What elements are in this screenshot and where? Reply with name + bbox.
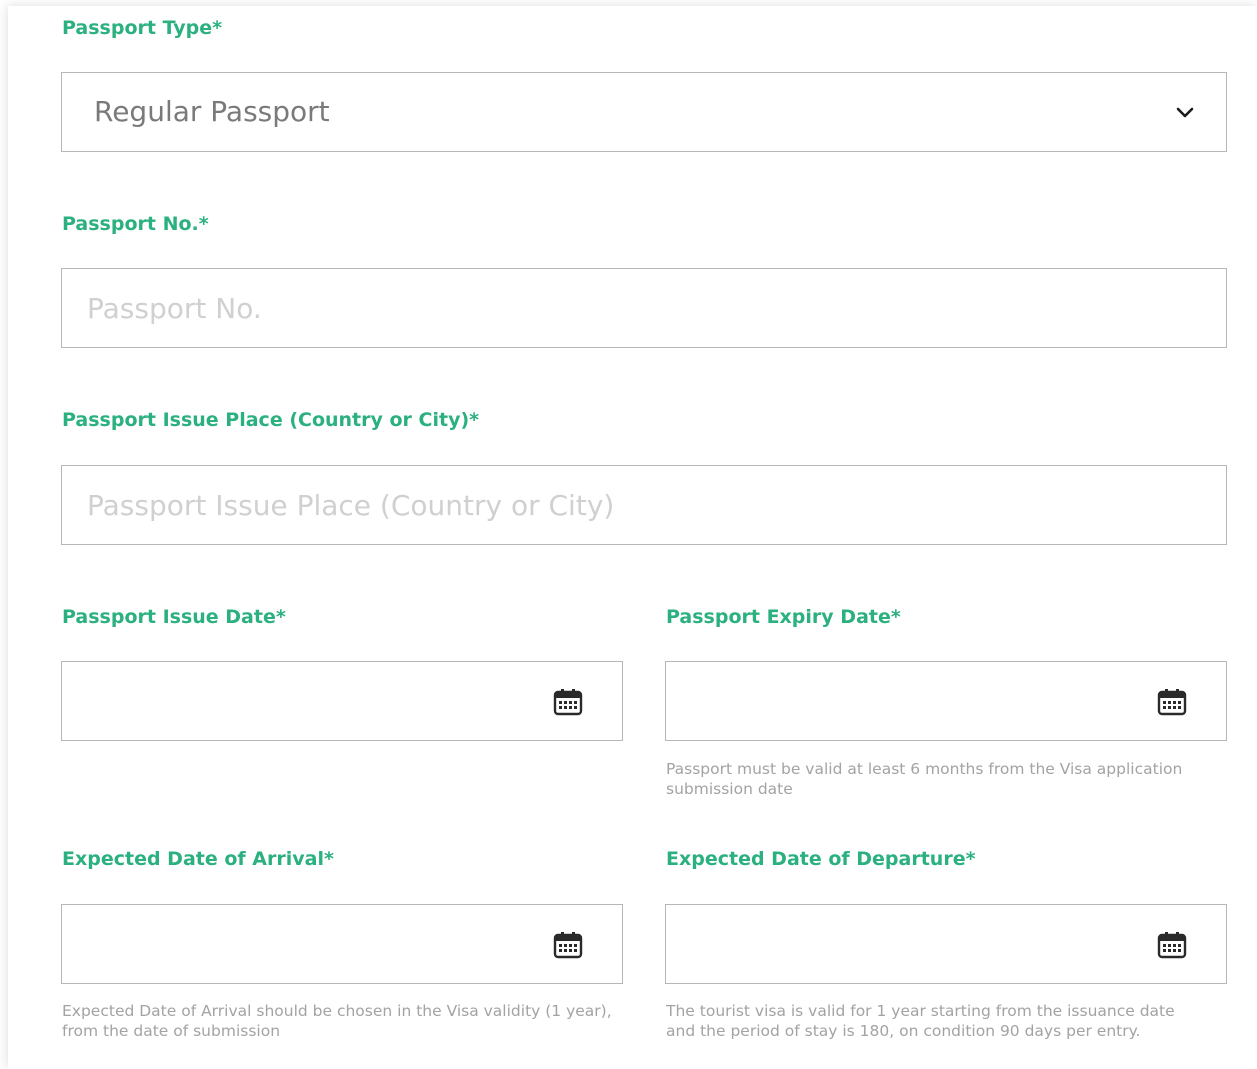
passport-expiry-hint: Passport must be valid at least 6 months…	[666, 760, 1183, 798]
passport-no-field	[61, 268, 1227, 348]
calendar-icon[interactable]	[1156, 931, 1188, 959]
expected-departure-hint: The tourist visa is valid for 1 year sta…	[666, 1002, 1175, 1040]
expected-arrival-date-field[interactable]	[61, 904, 623, 984]
passport-issue-place-label: Passport Issue Place (Country or City)*	[62, 409, 480, 431]
calendar-icon[interactable]	[1156, 688, 1188, 716]
expected-departure-label: Expected Date of Departure*	[666, 848, 976, 870]
passport-expiry-date-label: Passport Expiry Date*	[666, 606, 901, 628]
passport-issue-place-field	[61, 465, 1227, 545]
expected-arrival-hint: Expected Date of Arrival should be chose…	[62, 1002, 612, 1040]
calendar-icon[interactable]	[552, 931, 584, 959]
passport-issue-date-label: Passport Issue Date*	[62, 606, 286, 628]
passport-no-input[interactable]	[62, 269, 1226, 347]
chevron-down-icon	[1176, 107, 1194, 118]
passport-no-label: Passport No.*	[62, 213, 209, 235]
expected-arrival-label: Expected Date of Arrival*	[62, 848, 334, 870]
calendar-icon[interactable]	[552, 688, 584, 716]
passport-type-label: Passport Type*	[62, 17, 223, 39]
passport-type-selected-value: Regular Passport	[94, 95, 330, 128]
passport-issue-place-input[interactable]	[62, 466, 1226, 544]
passport-expiry-date-field[interactable]	[665, 661, 1227, 741]
passport-type-select[interactable]: Regular Passport	[61, 72, 1227, 152]
passport-issue-date-field[interactable]	[61, 661, 623, 741]
expected-departure-date-field[interactable]	[665, 904, 1227, 984]
